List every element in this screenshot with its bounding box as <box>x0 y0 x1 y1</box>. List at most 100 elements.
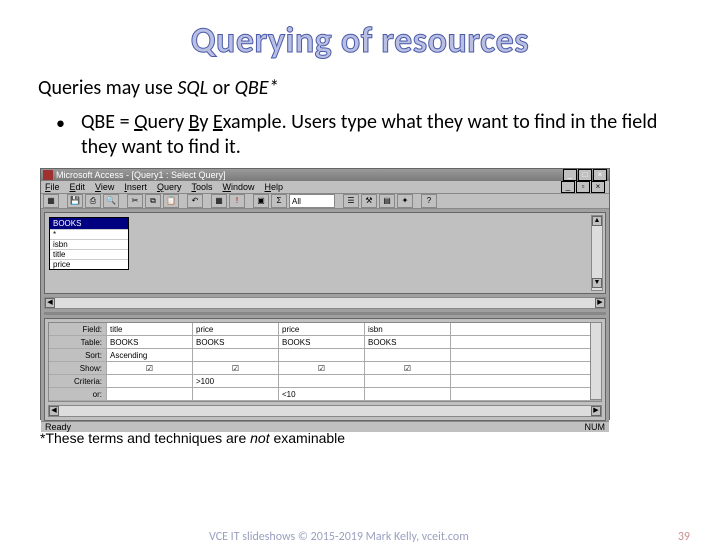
dbwindow-button[interactable]: ▤ <box>379 194 395 208</box>
cut-button[interactable]: ✂ <box>127 194 143 208</box>
grid-cell-sort[interactable] <box>279 349 365 362</box>
grid-cell-sort[interactable] <box>365 349 451 362</box>
grid-cell-sort[interactable]: Ascending <box>107 349 193 362</box>
menu-insert[interactable]: Insert <box>124 182 147 192</box>
table-field[interactable]: price <box>50 259 128 269</box>
menu-tools[interactable]: Tools <box>191 182 212 192</box>
workspace: BOOKS * isbn title price ▲ ▼ ◀ ▶ Field:t… <box>41 209 609 421</box>
slide-title: Querying of resources <box>0 18 720 62</box>
grid-cell-empty[interactable] <box>451 375 601 388</box>
grid-cell-or[interactable] <box>107 388 193 401</box>
properties-button[interactable]: ☰ <box>343 194 359 208</box>
minimize-button[interactable]: _ <box>563 169 577 181</box>
help-button[interactable]: ? <box>421 194 437 208</box>
mdi-restore-button[interactable]: ▫ <box>576 181 590 193</box>
paste-button[interactable]: 📋 <box>163 194 179 208</box>
grid-cell-field[interactable]: isbn <box>365 323 451 336</box>
querytype-button[interactable]: ▦ <box>211 194 227 208</box>
close-button[interactable]: × <box>593 169 607 181</box>
grid-cell-field[interactable]: price <box>193 323 279 336</box>
design-grid-pane: Field:titlepricepriceisbnTable:BOOKSBOOK… <box>44 318 606 421</box>
grid-cell-empty[interactable] <box>451 349 601 362</box>
undo-button[interactable]: ↶ <box>187 194 203 208</box>
grid-cell-show[interactable]: ☑ <box>107 362 193 375</box>
scroll-down-icon[interactable]: ▼ <box>592 278 602 288</box>
scroll-right-icon[interactable]: ▶ <box>595 298 605 308</box>
footer-page-number: 39 <box>678 530 690 544</box>
toolbar: ▦ 💾 ⎙ 🔍 ✂ ⧉ 📋 ↶ ▦ ! ▣ Σ All ☰ ⚒ ▤ ✦ ? <box>41 194 609 209</box>
menu-window[interactable]: Window <box>222 182 254 192</box>
grid-cell-criteria[interactable] <box>107 375 193 388</box>
print-button[interactable]: ⎙ <box>85 194 101 208</box>
menu-query[interactable]: Query <box>157 182 182 192</box>
topvalues-combo[interactable]: All <box>289 194 335 208</box>
grid-cell-or[interactable] <box>193 388 279 401</box>
scroll-up-icon[interactable]: ▲ <box>592 216 602 226</box>
grid-label-show: Show: <box>49 362 107 375</box>
totals-button[interactable]: Σ <box>271 194 287 208</box>
tables-pane[interactable]: BOOKS * isbn title price ▲ ▼ <box>44 212 606 294</box>
table-header: BOOKS <box>50 218 128 229</box>
table-field[interactable]: isbn <box>50 239 128 249</box>
menu-file[interactable]: File <box>45 182 60 192</box>
maximize-button[interactable]: □ <box>578 169 592 181</box>
view-button[interactable]: ▦ <box>43 194 59 208</box>
menu-edit[interactable]: Edit <box>70 182 86 192</box>
bullet-b: B <box>189 110 200 134</box>
grid-cell-empty[interactable] <box>451 323 601 336</box>
app-name: Microsoft Access <box>56 170 124 180</box>
grid-cell-show[interactable]: ☑ <box>193 362 279 375</box>
mdi-minimize-button[interactable]: _ <box>561 181 575 193</box>
grid-cell-empty[interactable] <box>451 362 601 375</box>
grid-cell-criteria[interactable] <box>365 375 451 388</box>
grid-cell-table[interactable]: BOOKS <box>193 336 279 349</box>
table-field[interactable]: title <box>50 249 128 259</box>
grid-cell-show[interactable]: ☑ <box>365 362 451 375</box>
grid-cell-sort[interactable] <box>193 349 279 362</box>
menu-view[interactable]: View <box>95 182 114 192</box>
grid-cell-table[interactable]: BOOKS <box>107 336 193 349</box>
grid-hscroll[interactable]: ◀ ▶ <box>48 405 602 417</box>
grid-cell-table[interactable]: BOOKS <box>279 336 365 349</box>
bullet-xample: xample <box>223 110 282 134</box>
grid-vscroll[interactable] <box>590 322 602 400</box>
intro-or: or <box>208 76 235 100</box>
scroll-right-icon[interactable]: ▶ <box>591 406 601 416</box>
scroll-left-icon[interactable]: ◀ <box>45 298 55 308</box>
grid-cell-empty[interactable] <box>451 388 601 401</box>
copy-button[interactable]: ⧉ <box>145 194 161 208</box>
menu-help[interactable]: Help <box>265 182 284 192</box>
footnote-prefix: *These terms and techniques are <box>40 430 250 446</box>
titlebar-text: Microsoft Access - [Query1 : Select Quer… <box>56 170 563 180</box>
tables-hscroll[interactable]: ◀ ▶ <box>44 297 606 309</box>
grid-label-table: Table: <box>49 336 107 349</box>
grid-cell-field[interactable]: title <box>107 323 193 336</box>
showtable-button[interactable]: ▣ <box>253 194 269 208</box>
grid-cell-or[interactable]: <10 <box>279 388 365 401</box>
grid-cell-table[interactable]: BOOKS <box>365 336 451 349</box>
grid-cell-criteria[interactable]: >100 <box>193 375 279 388</box>
grid-cell-empty[interactable] <box>451 336 601 349</box>
scroll-left-icon[interactable]: ◀ <box>49 406 59 416</box>
mdi-close-button[interactable]: × <box>591 181 605 193</box>
design-grid[interactable]: Field:titlepricepriceisbnTable:BOOKSBOOK… <box>48 322 602 402</box>
bullet-e: E <box>213 110 223 134</box>
newobject-button[interactable]: ✦ <box>397 194 413 208</box>
tables-vscroll[interactable]: ▲ ▼ <box>591 215 603 291</box>
grid-cell-show[interactable]: ☑ <box>279 362 365 375</box>
run-button[interactable]: ! <box>229 194 245 208</box>
save-button[interactable]: 💾 <box>67 194 83 208</box>
intro-qbe: QBE* <box>235 76 279 100</box>
footnote: *These terms and techniques are not exam… <box>40 430 720 446</box>
bullet-uery: uery <box>148 110 189 134</box>
bullet-y: y <box>199 110 213 134</box>
grid-cell-or[interactable] <box>365 388 451 401</box>
grid-cell-criteria[interactable] <box>279 375 365 388</box>
table-box[interactable]: BOOKS * isbn title price <box>49 217 129 270</box>
preview-button[interactable]: 🔍 <box>103 194 119 208</box>
footer-credit: VCE IT slideshows © 2015-2019 Mark Kelly… <box>209 530 469 544</box>
splitter[interactable] <box>44 312 606 315</box>
grid-cell-field[interactable]: price <box>279 323 365 336</box>
table-field[interactable]: * <box>50 229 128 239</box>
build-button[interactable]: ⚒ <box>361 194 377 208</box>
